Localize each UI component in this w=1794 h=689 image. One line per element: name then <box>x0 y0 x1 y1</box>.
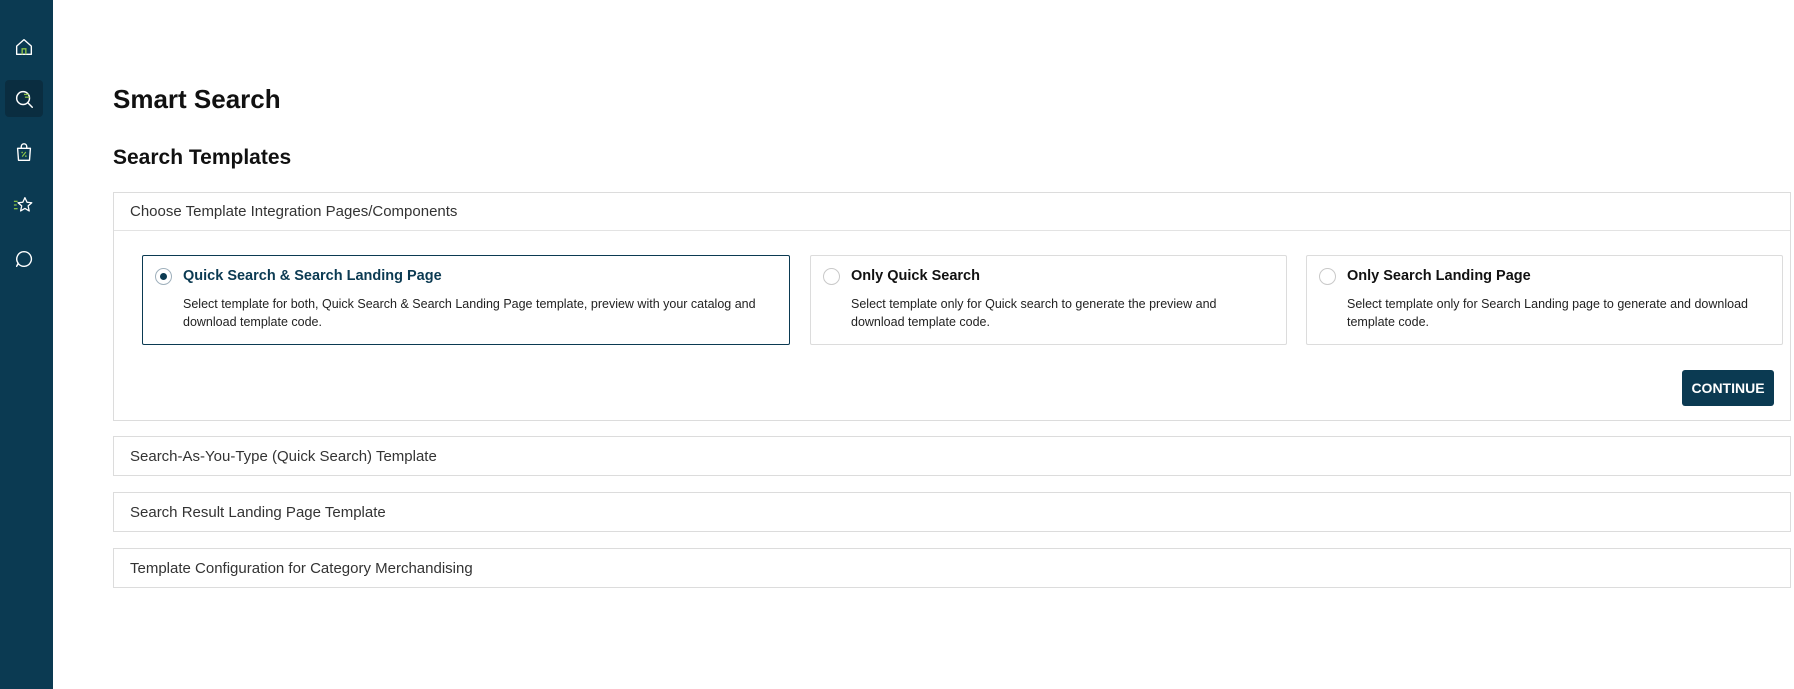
panel-header[interactable]: Search-As-You-Type (Quick Search) Templa… <box>114 437 1790 475</box>
page-title: Smart Search <box>113 84 281 114</box>
option-title: Only Quick Search <box>851 268 980 284</box>
home-icon <box>15 38 33 55</box>
sidebar-item-search[interactable] <box>5 80 43 117</box>
search-icon <box>15 90 33 108</box>
panel-header[interactable]: Search Result Landing Page Template <box>114 493 1790 531</box>
section-title: Search Templates <box>113 146 292 169</box>
option-title: Quick Search & Search Landing Page <box>183 268 442 284</box>
option-only-quick-search[interactable]: Only Quick Search Select template only f… <box>810 255 1287 345</box>
template-integration-panel-header[interactable]: Choose Template Integration Pages/Compon… <box>114 193 1790 231</box>
star-icon <box>13 196 33 212</box>
radio-button[interactable] <box>155 268 172 285</box>
option-quick-search-and-landing[interactable]: Quick Search & Search Landing Page Selec… <box>142 255 790 345</box>
option-description: Select template for both, Quick Search &… <box>183 297 756 329</box>
sidebar-item-favorites[interactable] <box>5 186 43 223</box>
radio-button[interactable] <box>823 268 840 285</box>
option-only-search-landing[interactable]: Only Search Landing Page Select template… <box>1306 255 1783 345</box>
option-description: Select template only for Quick search to… <box>851 297 1217 329</box>
template-integration-panel: Choose Template Integration Pages/Compon… <box>113 192 1791 421</box>
radio-selected-dot <box>160 273 167 280</box>
sidebar-item-shopping[interactable] <box>5 133 43 170</box>
sidebar-item-home[interactable] <box>5 28 43 65</box>
radio-button[interactable] <box>1319 268 1336 285</box>
quick-search-template-panel[interactable]: Search-As-You-Type (Quick Search) Templa… <box>113 436 1791 476</box>
search-result-landing-panel[interactable]: Search Result Landing Page Template <box>113 492 1791 532</box>
shopping-bag-icon <box>16 142 32 161</box>
sidebar-item-chat[interactable] <box>5 240 43 277</box>
chat-icon <box>15 250 33 267</box>
option-title: Only Search Landing Page <box>1347 268 1531 284</box>
option-description: Select template only for Search Landing … <box>1347 297 1748 329</box>
sidebar <box>0 0 53 689</box>
category-merchandising-panel[interactable]: Template Configuration for Category Merc… <box>113 548 1791 588</box>
continue-button[interactable]: CONTINUE <box>1682 370 1774 406</box>
panel-header[interactable]: Template Configuration for Category Merc… <box>114 549 1790 587</box>
